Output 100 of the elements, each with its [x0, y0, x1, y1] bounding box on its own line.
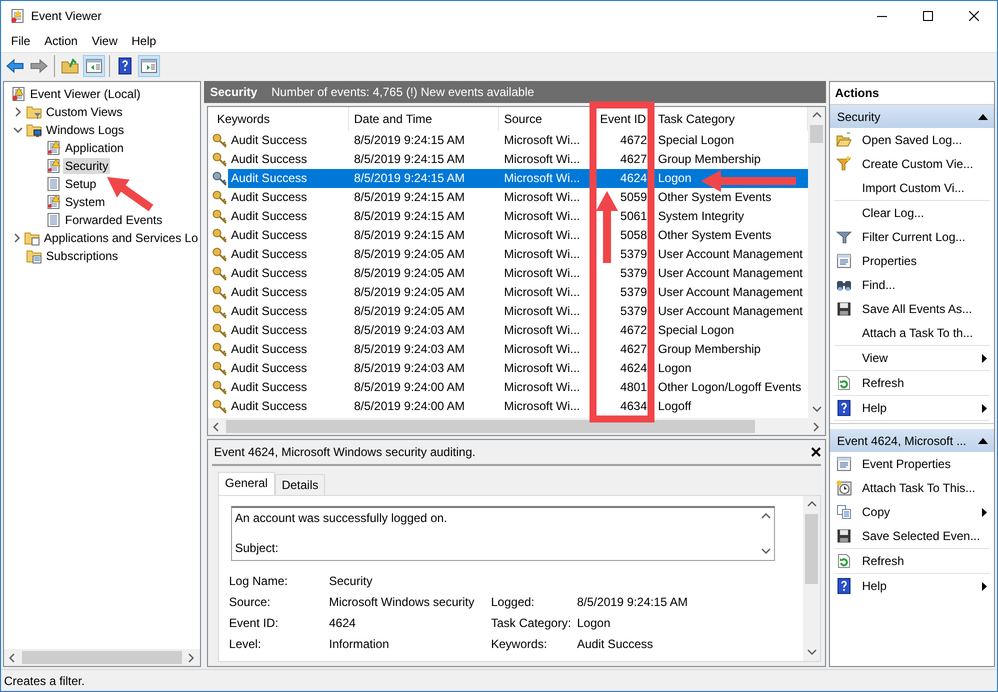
section-header[interactable]: Event 4624, Microsoft ... — [830, 429, 994, 452]
table-row[interactable]: Audit Success 8/5/2019 9:24:05 AM Microsoft Wi... 5379 User Account Management — [212, 245, 808, 264]
command-link[interactable]: Create Custom Vie... — [834, 152, 990, 176]
command-link[interactable]: Import Custom Vi... — [834, 176, 990, 200]
menu-item[interactable]: Help — [124, 32, 164, 50]
command-link[interactable]: Save Selected Even... — [834, 524, 990, 548]
command-link[interactable]: Open Saved Log... — [834, 128, 990, 152]
field-label: Keywords: — [491, 636, 548, 652]
tree-item[interactable]: Security — [63, 158, 110, 174]
table-cell-text: Group Membership — [657, 151, 762, 168]
tree-item[interactable]: System — [63, 194, 108, 210]
command-link[interactable]: Help — [834, 396, 990, 420]
scroll-thumb[interactable] — [22, 651, 182, 664]
tree-item[interactable]: Setup — [63, 176, 98, 192]
help-icon — [116, 57, 134, 75]
table-row[interactable]: Audit Success 8/5/2019 9:24:15 AM Microsoft Wi... 5061 System Integrity — [212, 207, 808, 226]
table-cell-text: 8/5/2019 9:24:00 AM — [353, 398, 466, 415]
section-title: Security — [837, 110, 880, 124]
column-header[interactable]: Source — [499, 107, 591, 131]
table-cell-text: Audit Success — [230, 341, 308, 358]
field-label: Log Name: — [229, 573, 289, 589]
table-cell-text: 8/5/2019 9:24:00 AM — [353, 379, 466, 396]
collapse-icon[interactable] — [978, 438, 988, 444]
scroll-thumb[interactable] — [810, 125, 823, 143]
command-link[interactable]: Find... — [834, 273, 990, 297]
table-row[interactable]: Audit Success 8/5/2019 9:24:00 AM Microsoft Wi... 4634 Logoff — [212, 397, 808, 416]
tree-item[interactable]: Applications and Services Lo — [42, 230, 200, 246]
command-link[interactable]: Refresh — [834, 549, 990, 573]
key-icon — [212, 360, 228, 376]
tree-item[interactable]: Subscriptions — [44, 248, 120, 264]
log-warning-icon — [45, 158, 61, 174]
column-header[interactable]: Keywords — [212, 107, 349, 131]
menu-item[interactable]: View — [84, 32, 124, 50]
table-cell-text: Audit Success — [230, 227, 308, 244]
help-icon — [836, 578, 852, 594]
table-row[interactable]: Audit Success 8/5/2019 9:24:05 AM Microsoft Wi... 5379 User Account Management — [212, 283, 808, 302]
table-row[interactable]: Audit Success 8/5/2019 9:24:15 AM Microsoft Wi... 5059 Other System Events — [212, 188, 808, 207]
menu-item[interactable]: Action — [37, 32, 85, 50]
tab[interactable]: Details — [274, 474, 326, 495]
folder-icon — [24, 230, 40, 246]
command-link[interactable]: Refresh — [834, 371, 990, 395]
table-row[interactable]: Audit Success 8/5/2019 9:24:15 AM Microsoft Wi... 4672 Special Logon — [212, 131, 808, 150]
tab[interactable]: General — [218, 472, 275, 495]
command-link[interactable]: Clear Log... — [834, 201, 990, 225]
table-row[interactable]: Audit Success 8/5/2019 9:24:03 AM Microsoft Wi... 4627 Group Membership — [212, 340, 808, 359]
scroll-thumb[interactable] — [226, 420, 755, 433]
table-row[interactable]: Audit Success 8/5/2019 9:24:05 AM Microsoft Wi... 5379 User Account Management — [212, 264, 808, 283]
table-cell-text: Microsoft Wi... — [503, 360, 582, 377]
command-link[interactable]: Event Properties — [834, 452, 990, 476]
table-cell-text: Microsoft Wi... — [503, 379, 582, 396]
column-header[interactable]: Event ID — [591, 107, 653, 131]
table-cell-text: 8/5/2019 9:24:15 AM — [353, 132, 466, 149]
scrollbar[interactable] — [4, 649, 200, 666]
tree-item[interactable]: Windows Logs — [44, 122, 126, 138]
key-icon — [212, 246, 228, 262]
close-icon[interactable] — [811, 447, 821, 457]
scrollbar[interactable] — [208, 418, 825, 435]
command-link[interactable]: Properties — [834, 249, 990, 273]
tree-item[interactable]: Application — [63, 140, 126, 156]
table-cell-text: 5379 — [619, 284, 648, 301]
table-row[interactable]: Audit Success 8/5/2019 9:24:15 AM Microsoft Wi... 4627 Group Membership — [212, 150, 808, 169]
table-cell-text: Logoff — [657, 398, 692, 415]
toolbar-button[interactable] — [138, 55, 160, 77]
menu-item[interactable]: File — [4, 32, 38, 50]
key-icon — [212, 152, 228, 168]
command-link[interactable]: Save All Events As... — [834, 297, 990, 321]
tree-item[interactable]: Custom Views — [44, 104, 124, 120]
collapse-icon[interactable] — [978, 114, 988, 120]
table-cell-text: Other System Events — [657, 189, 772, 206]
section-header[interactable]: Security — [830, 105, 994, 128]
scrollbar[interactable] — [803, 496, 820, 661]
command-link[interactable]: View — [834, 346, 990, 370]
forward-arrow-icon — [30, 57, 48, 75]
table-cell-text: 5059 — [619, 189, 648, 206]
command-link[interactable]: Attach Task To This... — [834, 476, 990, 500]
table-row[interactable]: Audit Success 8/5/2019 9:24:03 AM Microsoft Wi... 4624 Logon — [212, 359, 808, 378]
command-link[interactable]: Attach a Task To th... — [834, 321, 990, 345]
table-cell-text: 8/5/2019 9:24:03 AM — [353, 341, 466, 358]
table-row[interactable]: Audit Success 8/5/2019 9:24:15 AM Microsoft Wi... 4624 Logon — [212, 169, 808, 188]
table-cell-text: 4627 — [619, 151, 648, 168]
table-cell-text: System Integrity — [657, 208, 746, 225]
command-link[interactable]: Help — [834, 574, 990, 598]
table-cell-text: Audit Success — [230, 265, 308, 282]
description-box[interactable]: An account was successfully logged on. Subject: — [231, 506, 775, 561]
table-row[interactable]: Audit Success 8/5/2019 9:24:05 AM Microsoft Wi... 5379 User Account Management — [212, 302, 808, 321]
tree-item[interactable]: Forwarded Events — [63, 212, 164, 228]
table-cell-text: Audit Success — [230, 284, 308, 301]
tree-item[interactable]: Event Viewer (Local) — [28, 86, 142, 102]
scroll-thumb[interactable] — [805, 514, 818, 584]
column-header[interactable]: Date and Time — [349, 107, 499, 131]
table-row[interactable]: Audit Success 8/5/2019 9:24:00 AM Microsoft Wi... 4801 Other Logon/Logoff Events — [212, 378, 808, 397]
key-icon — [212, 342, 228, 358]
table-row[interactable]: Audit Success 8/5/2019 9:24:03 AM Microsoft Wi... 4672 Special Logon — [212, 321, 808, 340]
command-link[interactable]: Filter Current Log... — [834, 225, 990, 249]
floppy-icon — [836, 528, 852, 544]
toolbar-button[interactable] — [83, 55, 105, 77]
scrollbar[interactable] — [808, 107, 825, 418]
command-link[interactable]: Copy — [834, 500, 990, 524]
table-cell-text: 5379 — [619, 303, 648, 320]
table-row[interactable]: Audit Success 8/5/2019 9:24:15 AM Microsoft Wi... 5058 Other System Events — [212, 226, 808, 245]
